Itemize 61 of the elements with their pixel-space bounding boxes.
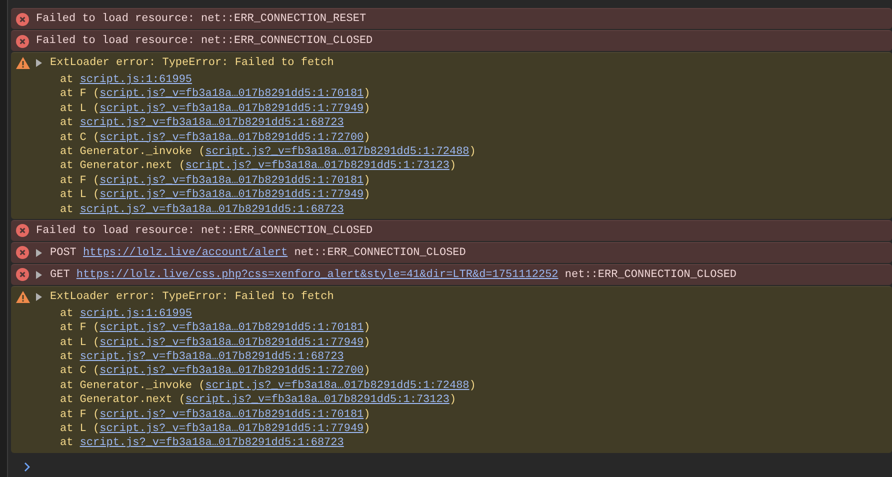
- expand-triangle-icon[interactable]: [36, 270, 42, 279]
- warning-icon: [16, 290, 30, 303]
- source-link[interactable]: script.js?_v=fb3a18a…017b8291dd5:1:70181: [100, 88, 364, 100]
- error-icon: [16, 246, 29, 260]
- stack-frame: at F (script.js?_v=fb3a18a…017b8291dd5:1:70181): [60, 321, 370, 336]
- url-link[interactable]: https://lolz.live/css.php?css=xenforo_alert&style=41&dir=LTR&d=1751112252: [76, 268, 558, 281]
- source-link[interactable]: script.js?_v=fb3a18a…017b8291dd5:1:68723: [80, 351, 344, 364]
- stack-frame: at Generator._invoke (script.js?_v=fb3a18a…017b8291dd5:1:72488): [60, 378, 476, 394]
- message-text: Failed to load resource: net::ERR_CONNECTION_CLOSED: [36, 34, 373, 48]
- stack-frame: at L (script.js?_v=fb3a18a…017b8291dd5:1:77949): [60, 188, 370, 203]
- source-link[interactable]: script.js?_v=fb3a18a…017b8291dd5:1:70181: [100, 322, 364, 334]
- source-link[interactable]: script.js?_v=fb3a18a…017b8291dd5:1:77949: [100, 102, 364, 115]
- url-link[interactable]: https://lolz.live/account/alert: [83, 246, 288, 259]
- stack-frame: at script.js:1:61995: [60, 73, 192, 88]
- stack-frame: at script.js?_v=fb3a18a…017b8291dd5:1:68723: [60, 436, 344, 451]
- message-text: Failed to load resource: net::ERR_CONNECTION_RESET: [36, 12, 366, 26]
- stack-frame: at F (script.js?_v=fb3a18a…017b8291dd5:1:70181): [60, 408, 370, 422]
- message-text: Failed to load resource: net::ERR_CONNECTION_CLOSED: [36, 224, 373, 238]
- source-link[interactable]: script.js?_v=fb3a18a…017b8291dd5:1:68723: [80, 117, 344, 130]
- source-link[interactable]: script.js?_v=fb3a18a…017b8291dd5:1:70181: [100, 408, 364, 421]
- message-text: ExtLoader error: TypeError: Failed to fetch: [50, 56, 334, 70]
- stack-frame: at Generator._invoke (script.js?_v=fb3a18a…017b8291dd5:1:72488): [60, 144, 476, 160]
- source-link[interactable]: script.js?_v=fb3a18a…017b8291dd5:1:72488: [205, 146, 470, 158]
- message-text: POST https://lolz.live/account/alert net::ERR_CONNECTION_CLOSED: [50, 246, 466, 260]
- source-link[interactable]: script.js?_v=fb3a18a…017b8291dd5:1:77949: [100, 189, 364, 202]
- stack-frame: at script.js:1:61995: [60, 306, 192, 322]
- expand-triangle-icon[interactable]: [36, 59, 42, 67]
- stack-frame: at script.js?_v=fb3a18a…017b8291dd5:1:68723: [60, 350, 344, 364]
- source-link[interactable]: script.js:1:61995: [80, 308, 192, 320]
- source-link[interactable]: script.js?_v=fb3a18a…017b8291dd5:1:68723: [80, 437, 344, 450]
- stack-frame: at F (script.js?_v=fb3a18a…017b8291dd5:1:70181): [60, 174, 370, 188]
- source-link[interactable]: script.js:1:61995: [80, 74, 192, 86]
- error-icon: [16, 34, 29, 48]
- source-link[interactable]: script.js?_v=fb3a18a…017b8291dd5:1:77949: [100, 423, 364, 436]
- stack-frame: at C (script.js?_v=fb3a18a…017b8291dd5:1:72700): [60, 364, 370, 379]
- expand-triangle-icon[interactable]: [36, 292, 42, 301]
- prompt-chevron-icon: [24, 462, 30, 472]
- source-link[interactable]: script.js?_v=fb3a18a…017b8291dd5:1:73123: [185, 394, 450, 406]
- source-link[interactable]: script.js?_v=fb3a18a…017b8291dd5:1:77949: [100, 336, 364, 349]
- stack-frame: at script.js?_v=fb3a18a…017b8291dd5:1:68723: [60, 202, 344, 217]
- message-text: ExtLoader error: TypeError: Failed to fetch: [50, 290, 334, 304]
- error-icon: [16, 268, 29, 282]
- stack-frame: at L (script.js?_v=fb3a18a…017b8291dd5:1:77949): [60, 102, 370, 116]
- source-link[interactable]: script.js?_v=fb3a18a…017b8291dd5:1:72700: [100, 132, 364, 144]
- stack-frame: at Generator.next (script.js?_v=fb3a18a…017b8291dd5:1:73123): [60, 159, 456, 174]
- source-link[interactable]: script.js?_v=fb3a18a…017b8291dd5:1:70181: [100, 174, 364, 187]
- stack-frame: at C (script.js?_v=fb3a18a…017b8291dd5:1:72700): [60, 130, 370, 145]
- expand-triangle-icon[interactable]: [36, 248, 42, 257]
- stack-frame: at script.js?_v=fb3a18a…017b8291dd5:1:68723: [60, 116, 344, 131]
- message-text: GET https://lolz.live/css.php?css=xenforo_alert&style=41&dir=LTR&d=1751112252 net::ERR_CONNECTION_CLOSED: [50, 268, 737, 282]
- error-icon: [16, 12, 29, 26]
- source-link[interactable]: script.js?_v=fb3a18a…017b8291dd5:1:68723: [80, 204, 344, 216]
- source-link[interactable]: script.js?_v=fb3a18a…017b8291dd5:1:73123: [185, 160, 450, 172]
- stack-frame: at L (script.js?_v=fb3a18a…017b8291dd5:1:77949): [60, 336, 370, 350]
- source-link[interactable]: script.js?_v=fb3a18a…017b8291dd5:1:72488: [205, 380, 470, 392]
- warning-icon: [16, 57, 30, 69]
- stack-frame: at F (script.js?_v=fb3a18a…017b8291dd5:1:70181): [60, 87, 370, 102]
- stack-frame: at Generator.next (script.js?_v=fb3a18a…017b8291dd5:1:73123): [60, 393, 456, 408]
- source-link[interactable]: script.js?_v=fb3a18a…017b8291dd5:1:72700: [100, 365, 364, 378]
- stack-frame: at L (script.js?_v=fb3a18a…017b8291dd5:1:77949): [60, 422, 370, 436]
- error-icon: [16, 224, 29, 238]
